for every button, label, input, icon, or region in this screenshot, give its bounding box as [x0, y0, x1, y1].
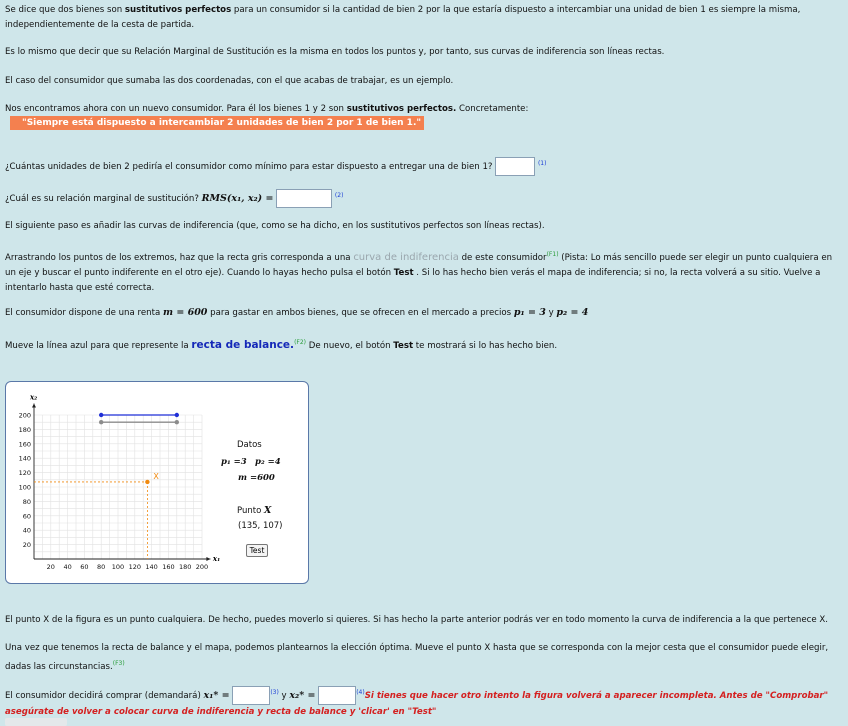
answer-input-3[interactable] — [232, 685, 271, 705]
price-1-readout: p₁ =3 — [221, 457, 247, 467]
x-axis-label: x₁ — [212, 554, 220, 563]
budget-line-link[interactable]: recta de balance. — [191, 339, 294, 351]
datos-title: Datos — [237, 440, 262, 450]
point-coords-readout: (135, 107) — [238, 521, 283, 531]
budget-line-end-handle[interactable] — [174, 412, 179, 418]
x-tick-label: 140 — [145, 563, 157, 571]
check-button[interactable] — [5, 718, 67, 726]
intro-paragraph-1: Se dice que dos bienes son sustitutivos … — [5, 5, 801, 30]
footnote-f2[interactable]: (F2) — [294, 339, 306, 346]
step-indifference-intro: El siguiente paso es añadir las curvas d… — [5, 221, 545, 231]
plot-grid — [34, 414, 203, 559]
point-x-label: X — [153, 472, 159, 481]
question-2: ¿Cuál es su relación marginal de sustitu… — [5, 188, 840, 208]
test-button[interactable]: Test — [246, 544, 268, 557]
statement-banner: "Siempre está dispuesto a intercambiar 2… — [10, 116, 424, 130]
x-tick-label: 60 — [80, 563, 88, 571]
punto-title: Punto X — [237, 505, 272, 516]
y-tick-label: 160 — [19, 440, 31, 448]
answer-input-2[interactable] — [276, 188, 333, 208]
after-paragraph-2: Una vez que tenemos la recta de balance … — [5, 643, 829, 672]
y-axis-label: x₂ — [29, 392, 37, 401]
intro-paragraph-3: El caso del consumidor que sumaba las do… — [5, 76, 454, 86]
y-tick-labels: 200 180 160 140 120 100 80 60 40 20 — [19, 412, 31, 550]
x-tick-label: 80 — [97, 563, 105, 571]
question-1: ¿Cuántas unidades de bien 2 pediría el c… — [5, 156, 840, 176]
y-tick-label: 20 — [23, 541, 31, 549]
y-tick-label: 60 — [23, 512, 31, 520]
price-2-readout: p₂ =4 — [255, 457, 281, 467]
x-tick-label: 20 — [47, 563, 55, 571]
y-tick-label: 80 — [23, 498, 31, 506]
y-tick-label: 120 — [19, 469, 31, 477]
indifference-line-end-handle[interactable] — [174, 420, 179, 425]
after-paragraph-1: El punto X de la figura es un punto cual… — [5, 615, 828, 625]
indifference-curve-link[interactable]: curva de indiferencia — [353, 252, 459, 263]
answer-input-4[interactable] — [318, 685, 357, 705]
x-axis-arrow — [206, 557, 211, 561]
x-tick-label: 100 — [112, 563, 124, 571]
x-tick-label: 180 — [179, 563, 191, 571]
y-tick-label: 140 — [19, 455, 31, 463]
y-axis-arrow — [32, 403, 36, 408]
intro-paragraph-2: Es lo mismo que decir que su Relación Ma… — [5, 47, 665, 57]
x-tick-labels: 20 40 60 80 100 120 140 160 180 200 — [47, 563, 209, 571]
step-indifference-instructions: Arrastrando los puntos de los extremos, … — [5, 251, 833, 293]
y-tick-label: 40 — [23, 527, 31, 535]
x-tick-label: 160 — [162, 563, 174, 571]
y-tick-label: 180 — [19, 426, 31, 434]
y-tick-label: 100 — [19, 484, 31, 492]
point-x-handle[interactable] — [145, 479, 150, 485]
intro-paragraph-4: Nos encontramos ahora con un nuevo consu… — [5, 104, 529, 114]
income-readout: m =600 — [238, 473, 275, 483]
x-tick-label: 200 — [196, 563, 208, 571]
answer-input-1[interactable] — [495, 156, 536, 176]
step-income: El consumidor dispone de una renta m = 6… — [5, 307, 589, 318]
budget-line-start-handle[interactable] — [99, 412, 104, 418]
footnote-f3[interactable]: (F3) — [113, 660, 125, 667]
x-tick-label: 120 — [129, 563, 141, 571]
x-tick-label: 40 — [63, 563, 71, 571]
y-tick-label: 200 — [19, 412, 31, 420]
indifference-line-start-handle[interactable] — [99, 420, 104, 425]
step-budget-line: Mueve la línea azul para que represente … — [5, 338, 558, 351]
geogebra-applet[interactable]: 200 180 160 140 120 100 80 60 40 20 20 40 60 80 100 12… — [5, 381, 309, 584]
demand-question: El consumidor decidirá comprar (demandar… — [5, 685, 840, 720]
footnote-f1[interactable]: (F1) — [547, 251, 559, 258]
